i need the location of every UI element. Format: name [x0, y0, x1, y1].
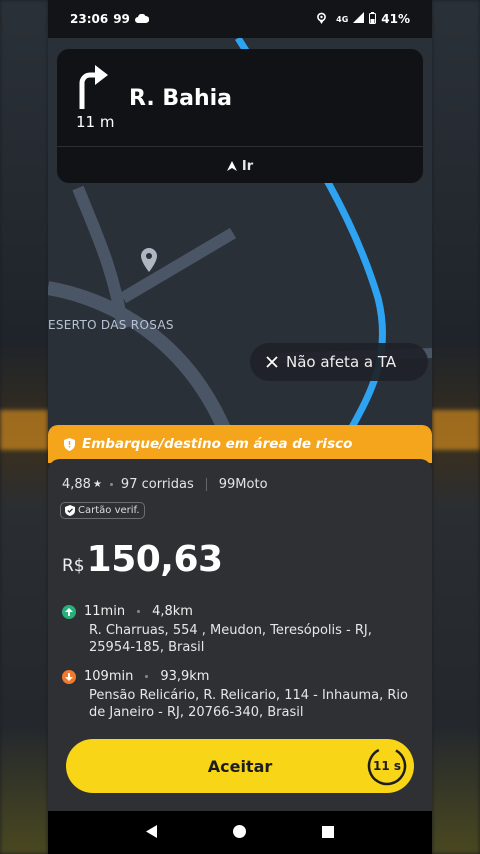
status-time: 23:06 — [70, 12, 109, 26]
navigation-card: 11 m R. Bahia Ir — [57, 49, 423, 183]
network-type: 4G — [336, 14, 349, 24]
price-value: 150,63 — [86, 539, 223, 580]
system-nav-bar — [48, 811, 432, 854]
location-icon — [316, 12, 327, 27]
turn-distance: 11 m — [76, 113, 115, 131]
recents-icon[interactable] — [322, 823, 335, 842]
battery-level: 41% — [381, 12, 410, 26]
backdrop-right — [432, 0, 480, 854]
pickup-distance: 4,8km — [152, 604, 193, 619]
destination-stop: 109min 93,9km Pensão Relicário, R. Relic… — [62, 669, 422, 721]
divider — [57, 146, 423, 147]
not-affecting-chip[interactable]: Não afeta a TA — [250, 343, 428, 381]
currency-symbol: R$ — [62, 556, 85, 576]
destination-address: Pensão Relicário, R. Relicario, 114 - In… — [89, 688, 408, 720]
timer-value: 11 s — [372, 759, 402, 773]
go-button[interactable]: Ir — [57, 153, 423, 179]
accept-label: Aceitar — [207, 756, 273, 776]
battery-icon — [369, 11, 377, 27]
back-icon[interactable] — [145, 823, 158, 842]
verified-label: Cartão verif. — [78, 505, 140, 516]
turn-right-icon — [77, 63, 109, 113]
pickup-arrow-icon — [62, 604, 76, 619]
phone-screen: 23:06 99 4G 41% ESERTO DAS ROSAS 11 m R.… — [48, 0, 432, 854]
price: R$ 150,63 — [62, 539, 223, 580]
destination-distance: 93,9km — [160, 669, 210, 684]
separator-dot — [109, 483, 113, 486]
risk-text: Embarque/destino em área de risco — [82, 436, 353, 452]
close-icon — [266, 356, 278, 368]
status-bar: 23:06 99 4G 41% — [48, 0, 432, 38]
service-type: 99Moto — [218, 477, 268, 492]
pickup-address: R. Charruas, 554 , Meudon, Teresópolis -… — [89, 623, 372, 655]
rating-value: 4,88 — [62, 477, 91, 492]
separator-bar — [205, 478, 207, 491]
rides-count: 97 corridas — [120, 477, 194, 492]
pickup-stop: 11min 4,8km R. Charruas, 554 , Meudon, T… — [62, 604, 422, 656]
destination-arrow-icon — [62, 669, 76, 684]
pickup-time: 11min — [84, 604, 126, 619]
shield-check-icon — [65, 505, 75, 516]
cloud-icon — [134, 12, 150, 26]
separator-dot — [145, 675, 149, 678]
shield-icon — [64, 437, 75, 451]
countdown-timer: 11 s — [366, 745, 408, 787]
star-icon: ★ — [92, 479, 102, 490]
signal-icon — [353, 12, 365, 26]
brand-label: 99 — [113, 12, 130, 26]
accept-button[interactable]: Aceitar 11 s — [66, 739, 414, 793]
map-area-label: ESERTO DAS ROSAS — [48, 318, 174, 332]
ride-meta: 4,88 ★ 97 corridas 99Moto — [62, 477, 268, 492]
destination-time: 109min — [84, 669, 134, 684]
street-name: R. Bahia — [129, 86, 233, 111]
navigation-arrow-icon — [226, 161, 237, 171]
chip-label: Não afeta a TA — [286, 353, 397, 371]
verified-card-badge: Cartão verif. — [60, 502, 145, 519]
go-label: Ir — [241, 158, 254, 174]
home-icon[interactable] — [233, 823, 247, 842]
separator-dot — [137, 610, 141, 613]
backdrop-left — [0, 0, 48, 854]
risk-banner: Embarque/destino em área de risco — [48, 425, 432, 463]
